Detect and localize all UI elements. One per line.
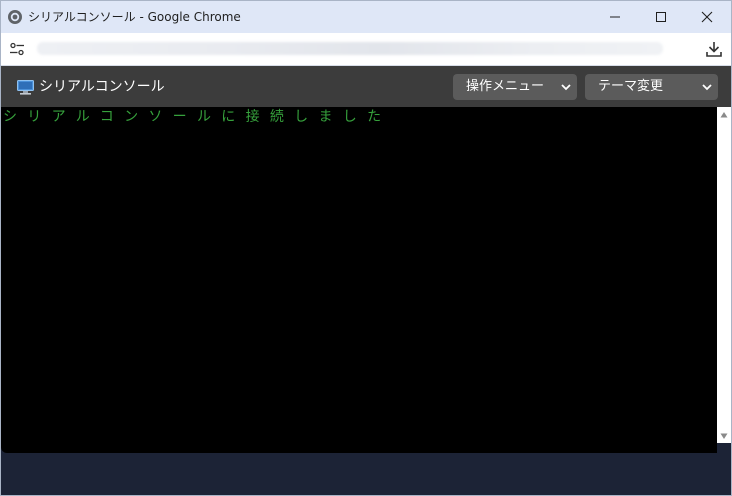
url-field[interactable] xyxy=(37,42,663,55)
terminal-line: シリアルコンソールに接続しました xyxy=(3,109,392,125)
scroll-up-icon[interactable] xyxy=(720,111,728,119)
page-favicon-icon xyxy=(8,10,22,24)
close-icon xyxy=(701,11,713,23)
computer-icon xyxy=(17,80,34,95)
close-button[interactable] xyxy=(684,1,730,33)
terminal-output[interactable]: シリアルコンソールに接続しました xyxy=(1,107,717,453)
window-title: シリアルコンソール - Google Chrome xyxy=(28,10,241,24)
maximize-button[interactable] xyxy=(638,1,684,33)
app-title: シリアルコンソール xyxy=(39,79,165,95)
minimize-button[interactable] xyxy=(592,1,638,33)
theme-select[interactable]: テーマ変更 xyxy=(585,74,718,100)
chevron-down-icon xyxy=(702,84,712,91)
address-bar xyxy=(1,33,731,66)
title-bar[interactable]: シリアルコンソール - Google Chrome xyxy=(1,1,731,33)
app-header: シリアルコンソール 操作メニュー テーマ変更 xyxy=(1,66,731,107)
minimize-icon xyxy=(610,16,620,18)
tune-icon xyxy=(10,42,24,56)
chevron-down-icon xyxy=(561,84,571,91)
theme-select-value: テーマ変更 xyxy=(598,79,664,94)
operation-menu-select[interactable]: 操作メニュー xyxy=(453,74,577,100)
terminal-scrollbar[interactable] xyxy=(717,107,731,443)
maximize-icon xyxy=(656,12,666,22)
download-icon xyxy=(706,42,722,57)
scroll-down-icon[interactable] xyxy=(720,432,728,440)
operation-menu-value: 操作メニュー xyxy=(466,79,545,94)
download-button[interactable] xyxy=(701,37,727,61)
page-footer xyxy=(1,453,731,495)
browser-window: シリアルコンソール - Google Chrome シリアルコンソール 操作メニ… xyxy=(0,0,732,496)
site-info-button[interactable] xyxy=(5,37,29,61)
